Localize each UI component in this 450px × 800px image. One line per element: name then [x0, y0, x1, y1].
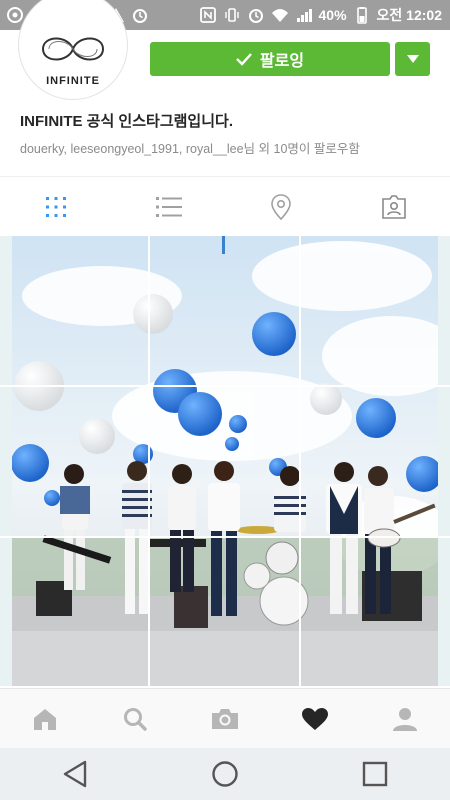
nav-profile[interactable]	[360, 689, 450, 749]
avatar[interactable]: INFINITE	[18, 0, 128, 100]
avatar-logo-text: INFINITE	[46, 75, 100, 87]
alarm-icon	[131, 6, 149, 24]
recent-apps-button[interactable]	[345, 754, 405, 794]
search-icon	[124, 708, 147, 731]
profile-view-tabs	[0, 176, 450, 238]
tagged-person-icon	[381, 195, 406, 219]
grid-gutter	[299, 236, 301, 686]
nav-activity[interactable]	[270, 689, 360, 749]
logo-infinity-icon	[41, 37, 105, 61]
nfc-icon	[199, 6, 217, 24]
bio-text: INFINITE 공식 인스타그램입니다.	[20, 113, 234, 130]
home-circle-icon	[212, 761, 238, 787]
check-icon	[236, 53, 252, 66]
list-icon	[155, 197, 182, 217]
battery-icon	[353, 6, 371, 24]
grid-gutter	[0, 536, 450, 538]
nav-search[interactable]	[90, 689, 180, 749]
alarm-icon	[247, 6, 265, 24]
grid-gutter	[0, 385, 450, 387]
following-label: 팔로잉	[259, 53, 305, 70]
photo-grid	[0, 236, 450, 686]
signal-icon	[295, 6, 313, 24]
notification-app-icon	[6, 6, 24, 24]
profile-header: INFINITE 팔로잉 INFINITE 공식 인스타그램입니다. douer…	[0, 0, 450, 176]
battery-percent: 40%	[318, 7, 347, 23]
clock: 오전 12:02	[376, 7, 442, 23]
tab-location[interactable]	[225, 177, 338, 237]
profile-icon	[393, 708, 417, 731]
tab-tagged[interactable]	[338, 177, 450, 237]
location-pin-icon	[271, 194, 292, 220]
nav-home[interactable]	[0, 689, 90, 749]
vibrate-icon	[223, 6, 241, 24]
nav-camera[interactable]	[180, 689, 270, 749]
bottom-nav	[0, 688, 450, 749]
tab-grid[interactable]	[0, 177, 113, 237]
followed-by-text[interactable]: douerky, leeseongyeol_1991, royal__lee님 …	[20, 138, 360, 157]
caret-down-icon	[406, 55, 419, 63]
wifi-icon	[271, 6, 289, 24]
heart-icon	[302, 708, 328, 730]
following-button[interactable]: 팔로잉	[150, 42, 390, 76]
home-button[interactable]	[195, 754, 255, 794]
camera-icon	[212, 709, 238, 729]
recent-apps-square-icon	[362, 761, 388, 787]
home-icon	[34, 709, 56, 730]
grid-icon	[46, 197, 67, 217]
band-photo[interactable]	[12, 236, 438, 686]
tab-list[interactable]	[113, 177, 226, 237]
system-nav-bar	[0, 748, 450, 800]
back-button[interactable]	[45, 754, 105, 794]
back-triangle-icon	[63, 760, 87, 788]
grid-gutter	[148, 236, 150, 686]
suggested-dropdown-button[interactable]	[395, 42, 430, 76]
